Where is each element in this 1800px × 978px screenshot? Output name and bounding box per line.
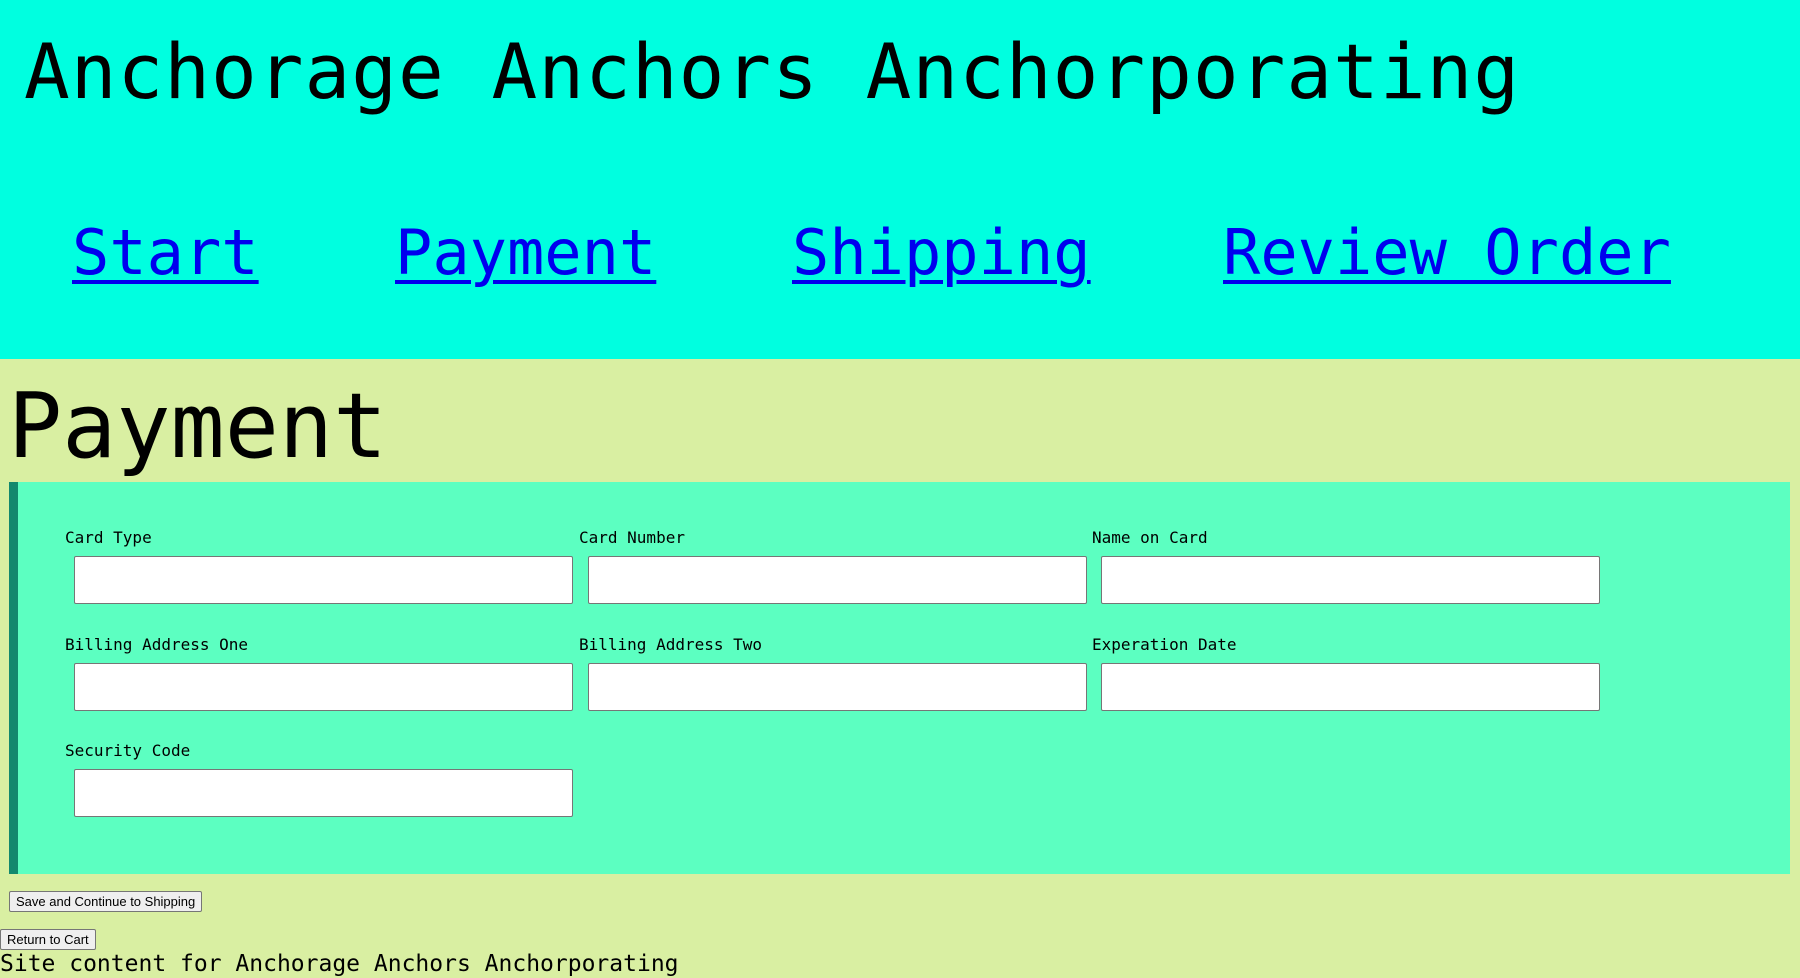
- footer-text: Site content for Anchorage Anchors Ancho…: [0, 951, 679, 977]
- payment-form: Card Type Card Number Name on Card Billi…: [9, 482, 1790, 874]
- save-continue-shipping-button[interactable]: Save and Continue to Shipping: [9, 891, 203, 912]
- nav-link-shipping[interactable]: Shipping: [792, 208, 1091, 298]
- nav-link-review-order[interactable]: Review Order: [1223, 208, 1671, 298]
- nav-link-payment[interactable]: Payment: [395, 208, 656, 298]
- billing-address-one-label: Billing Address One: [65, 635, 249, 654]
- billing-address-two-input[interactable]: [588, 663, 1087, 711]
- expiration-date-label: Experation Date: [1092, 635, 1237, 654]
- expiration-date-input[interactable]: [1101, 663, 1600, 711]
- billing-address-one-input[interactable]: [74, 663, 573, 711]
- card-number-label: Card Number: [579, 528, 685, 547]
- site-title: Anchorage Anchors Anchorporating: [24, 27, 1521, 116]
- name-on-card-input[interactable]: [1101, 556, 1600, 604]
- card-type-label: Card Type: [65, 528, 152, 547]
- nav-link-start[interactable]: Start: [72, 208, 259, 298]
- site-header: Anchorage Anchors Anchorporating Start P…: [0, 0, 1800, 359]
- return-to-cart-button[interactable]: Return to Cart: [0, 929, 96, 950]
- security-code-label: Security Code: [65, 741, 191, 760]
- card-type-input[interactable]: [74, 556, 573, 604]
- security-code-input[interactable]: [74, 769, 573, 817]
- page-title: Payment: [8, 374, 388, 479]
- name-on-card-label: Name on Card: [1092, 528, 1208, 547]
- billing-address-two-label: Billing Address Two: [579, 635, 763, 654]
- main-nav: Start Payment Shipping Review Order: [0, 208, 1800, 298]
- card-number-input[interactable]: [588, 556, 1087, 604]
